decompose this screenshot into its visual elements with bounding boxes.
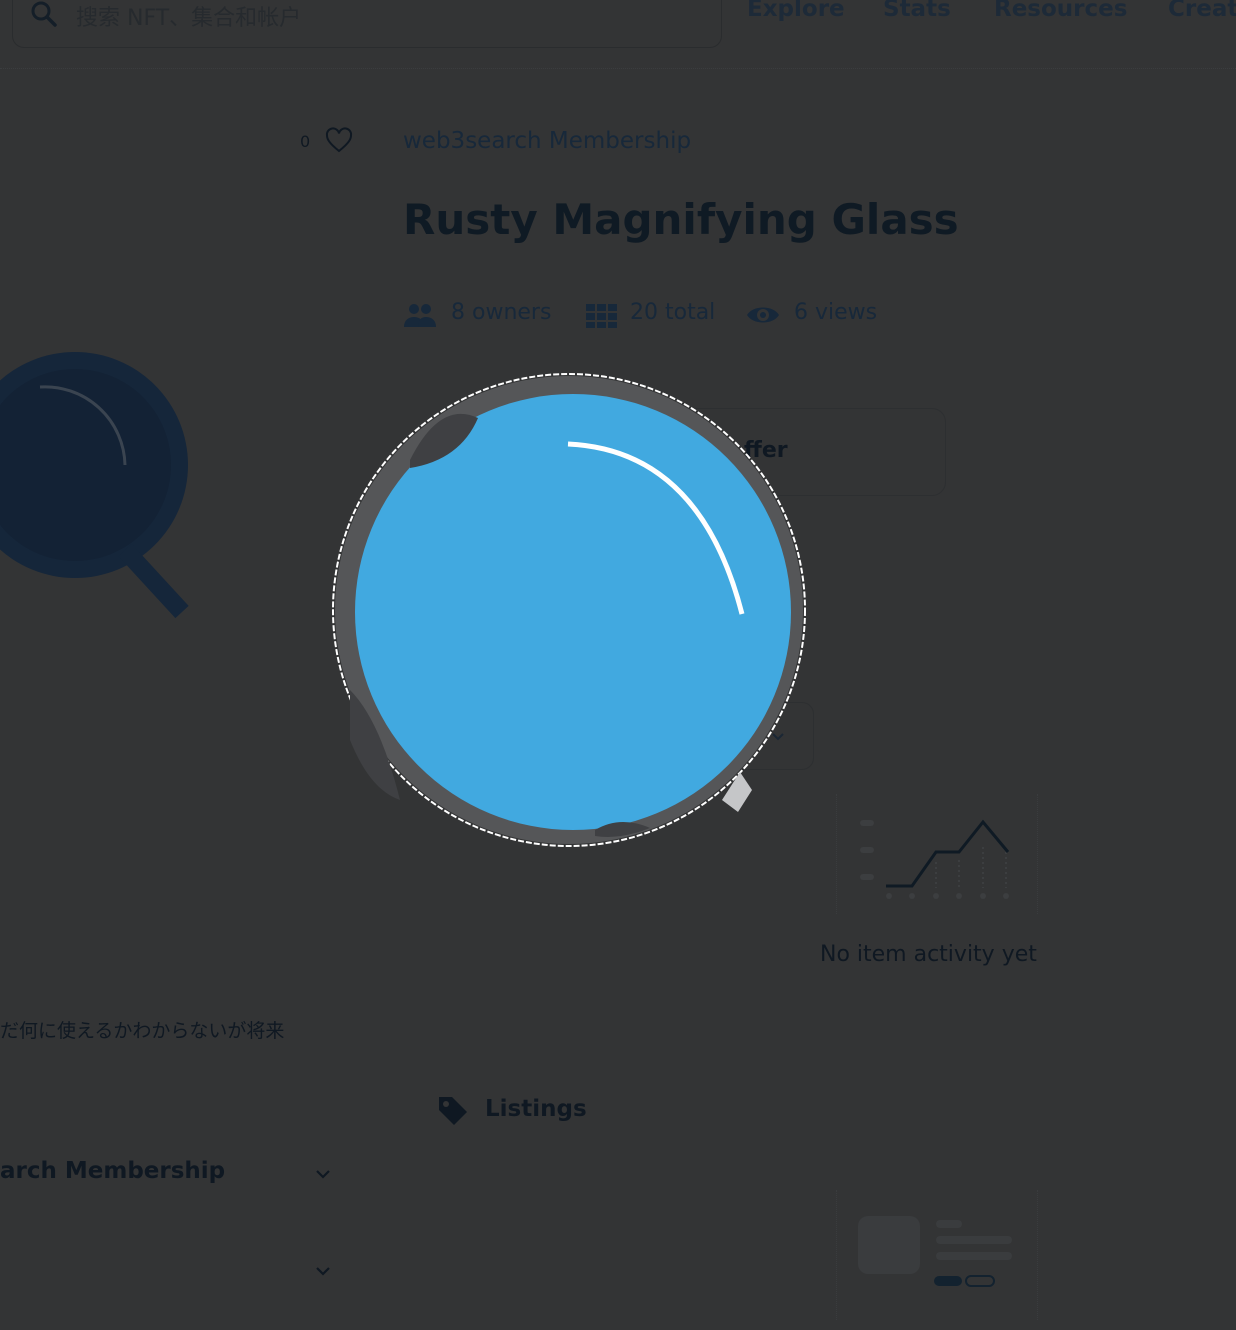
grid-icon (586, 304, 617, 328)
header-divider (0, 68, 1236, 69)
nft-artwork-magnifier (332, 373, 806, 847)
tag-icon (439, 1097, 467, 1125)
search-icon (31, 1, 57, 27)
item-title: Rusty Magnifying Glass (403, 195, 959, 244)
views-count: 6 views (794, 300, 878, 325)
nav-stats[interactable]: Stats (883, 0, 951, 22)
nav-create[interactable]: Creat (1168, 0, 1236, 22)
no-activity-text: No item activity yet (820, 942, 1037, 967)
empty-chart-illustration (860, 819, 1010, 899)
chevron-down-icon[interactable] (312, 1163, 334, 1185)
nav-explore[interactable]: Explore (747, 0, 845, 22)
item-image-preview (0, 352, 189, 619)
owners-icon (404, 304, 436, 327)
chevron-down-icon[interactable] (312, 1260, 334, 1282)
total-count: 20 total (630, 300, 716, 325)
collection-link[interactable]: web3search Membership (403, 128, 691, 154)
search-input[interactable]: 搜索 NFT、集合和帐户 (76, 0, 301, 32)
nav-resources[interactable]: Resources (994, 0, 1127, 22)
heart-icon[interactable] (325, 127, 353, 155)
eye-icon (747, 307, 779, 323)
listings-heading[interactable]: Listings (485, 1096, 587, 1122)
item-description: だ何に使えるかわからないが将来 (0, 1020, 285, 1042)
collection-section-title[interactable]: arch Membership (0, 1158, 225, 1184)
owners-count[interactable]: 8 owners (451, 300, 551, 325)
favorites-count: 0 (300, 132, 311, 151)
empty-listings-illustration (858, 1216, 1012, 1287)
